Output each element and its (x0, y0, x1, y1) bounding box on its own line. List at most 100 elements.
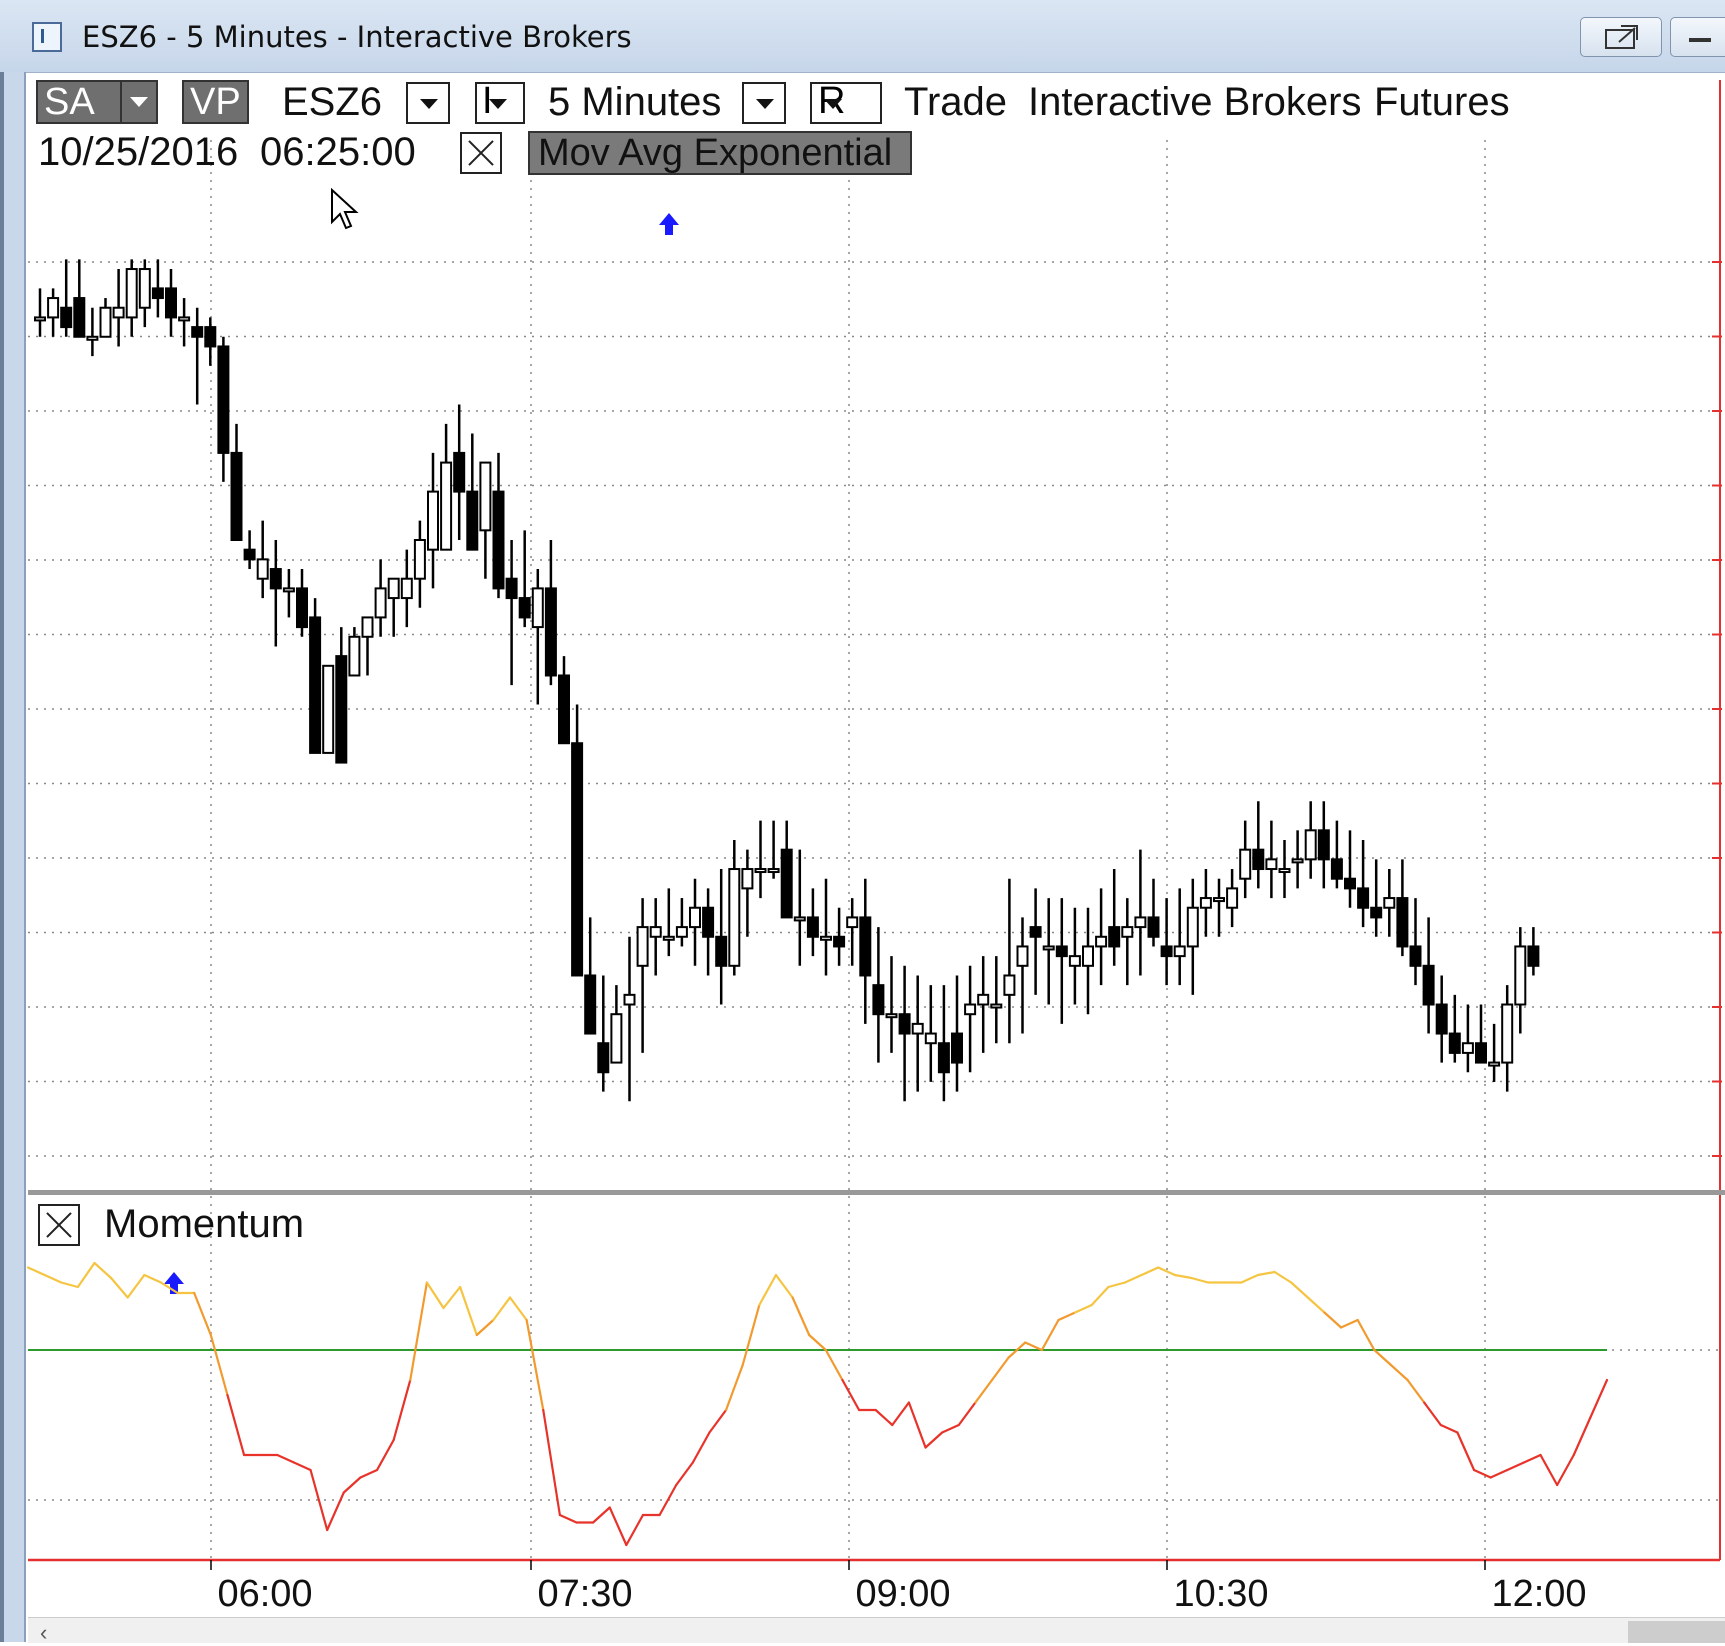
candle-body-up (99, 306, 112, 338)
symbol-dropdown[interactable] (406, 82, 450, 124)
momentum-segment (226, 1393, 246, 1457)
candle-body-up (427, 490, 439, 551)
candle (741, 849, 754, 937)
momentum-segment (1256, 1270, 1276, 1277)
candle-body-up (413, 539, 426, 580)
momentum-segment (608, 1506, 628, 1547)
candle (584, 917, 597, 1035)
momentum-segment (990, 1356, 1010, 1382)
candle-body-down (1370, 906, 1383, 919)
candle (1278, 840, 1291, 899)
sa-button[interactable]: SA (36, 80, 158, 124)
candle (793, 849, 806, 966)
candle-body-up (322, 664, 335, 754)
range-dropdown[interactable]: R (810, 80, 882, 124)
instrument-class-label[interactable]: Futures (1374, 80, 1510, 125)
momentum-segment (1572, 1416, 1592, 1457)
candle (662, 888, 675, 957)
candle-body-up (990, 1003, 1003, 1009)
candle (689, 878, 701, 966)
momentum-segment (808, 1333, 827, 1352)
candle-body-up (1134, 916, 1147, 929)
candle (1422, 917, 1435, 1034)
momentum-segment (1339, 1318, 1359, 1329)
momentum-segment (143, 1273, 163, 1284)
candle (1435, 975, 1448, 1063)
momentum-segment (592, 1506, 611, 1524)
momentum-segment (1140, 1266, 1160, 1277)
interval-dropdown[interactable]: I (475, 80, 525, 124)
candle-body-down (60, 306, 73, 329)
momentum-segment (492, 1296, 512, 1322)
candle (702, 888, 715, 976)
remove-momentum-button[interactable] (38, 1204, 80, 1246)
interval-value-dropdown[interactable] (742, 82, 786, 124)
momentum-plot (26, 1261, 1609, 1547)
momentum-segment (93, 1261, 113, 1280)
candle-body-up (479, 461, 492, 532)
momentum-segment (1406, 1378, 1426, 1404)
sa-dropdown-icon[interactable] (120, 82, 156, 122)
candle-body-down (780, 848, 793, 919)
vp-button[interactable]: VP (182, 80, 249, 124)
momentum-segment (60, 1281, 79, 1289)
chart-canvas[interactable]: 06:00 07:30 09:00 10:30 12:00 (0, 0, 1725, 1642)
candle-body-down (1160, 945, 1173, 958)
candle (256, 520, 269, 599)
symbol-label[interactable]: ESZ6 (282, 80, 382, 125)
candle-body-up (256, 558, 269, 580)
candle-body-down (453, 451, 466, 493)
candle (413, 520, 426, 608)
candle (1134, 849, 1147, 976)
candle (636, 898, 649, 1053)
candle (1239, 820, 1252, 899)
candle-body-down (204, 326, 217, 348)
candle-body-up (1003, 974, 1016, 996)
time-axis-label: 12:00 (1491, 1573, 1586, 1615)
momentum-segment (193, 1291, 212, 1337)
price-candles (34, 213, 1540, 1294)
candle (820, 878, 832, 976)
momentum-segment (1389, 1363, 1409, 1382)
momentum-segment (891, 1401, 911, 1427)
candle (675, 898, 688, 947)
candle-body-down (505, 577, 518, 600)
candle-body-down (1435, 1003, 1448, 1035)
candle (1160, 898, 1173, 986)
candle-body-up (1186, 906, 1199, 948)
data-type-label[interactable]: Trade (904, 80, 1007, 125)
candle (531, 569, 544, 705)
candle-body-up (138, 268, 151, 309)
horizontal-scrollbar[interactable]: ‹ (28, 1617, 1725, 1646)
momentum-segment (1074, 1303, 1093, 1314)
candle-body-down (806, 916, 819, 938)
scroll-left-icon[interactable]: ‹ (40, 1620, 47, 1646)
candle-body-down (151, 287, 164, 300)
candle-body-up (649, 926, 662, 938)
candle-body-down (217, 345, 230, 454)
candle (453, 404, 466, 540)
time-axis-label: 10:30 (1173, 1573, 1268, 1615)
chart-window: ESZ6 - 5 Minutes - Interactive Brokers 0… (0, 0, 1725, 1646)
candle (728, 840, 741, 976)
indicator-label[interactable]: Mov Avg Exponential (528, 131, 912, 175)
candle (165, 269, 177, 337)
broker-label[interactable]: Interactive Brokers (1028, 80, 1361, 125)
candle (911, 975, 924, 1092)
price-signal-arrow-icon (659, 213, 679, 235)
candle (178, 298, 191, 347)
candle-body-up (387, 577, 400, 600)
interval-label[interactable]: 5 Minutes (548, 80, 721, 125)
candle (649, 898, 662, 976)
momentum-title: Momentum (104, 1202, 305, 1246)
readout-time: 06:25:00 (260, 130, 416, 174)
candle-body-up (636, 926, 649, 967)
candle (479, 461, 492, 579)
momentum-segment (957, 1401, 977, 1427)
candle-body-up (112, 306, 125, 319)
momentum-segment (774, 1273, 794, 1299)
candle (505, 540, 518, 686)
scroll-thumb[interactable] (1628, 1621, 1725, 1643)
candle-body-down (518, 597, 531, 619)
remove-indicator-button[interactable] (460, 132, 502, 174)
